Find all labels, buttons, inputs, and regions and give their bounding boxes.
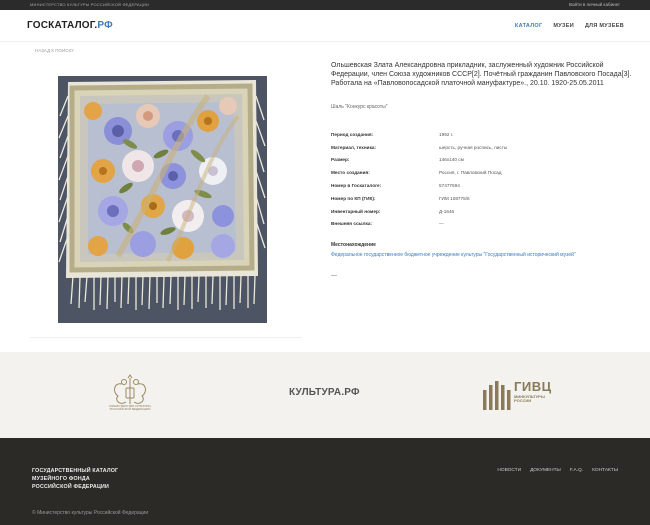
nav-catalog[interactable]: КАТАЛОГ — [515, 23, 542, 29]
footer-nav-faq[interactable]: F.A.Q. — [570, 468, 583, 473]
prop-value: Россия, г. Павловский Посад — [439, 170, 502, 176]
location-link[interactable]: Федеральное государственное бюджетное уч… — [331, 252, 576, 258]
prop-value: ГИМ 108775/6 — [439, 195, 470, 201]
site-footer: ГОСУДАРСТВЕННЫЙ КАТАЛОГ МУЗЕЙНОГО ФОНДА … — [0, 438, 650, 525]
prop-key: Место создания: — [331, 170, 370, 176]
item-photo[interactable] — [58, 76, 267, 323]
footer-nav-contacts[interactable]: КОНТАКТЫ — [592, 468, 618, 473]
logo-main: ГОСКАТАЛОГ. — [27, 20, 98, 31]
prop-key: Размер: — [331, 157, 350, 163]
prop-value: шерсть, ручная роспись, листы — [439, 144, 508, 150]
prop-row-material: Материал, техника: шерсть, ручная роспись… — [331, 141, 631, 154]
site-header: ГОСКАТАЛОГ.РФ КАТАЛОГ МУЗЕИ ДЛЯ МУЗЕЕВ — [0, 10, 650, 42]
copyright: © Министерство культуры Российской Федер… — [32, 510, 149, 516]
site-logo[interactable]: ГОСКАТАЛОГ.РФ — [27, 20, 113, 31]
prop-row-external-link: Внешняя ссылка: — — [331, 218, 631, 231]
login-link[interactable]: Войти в личный кабинет — [569, 2, 620, 7]
prop-row-period: Период создания: 1992 г. — [331, 128, 631, 141]
nav-for-museums[interactable]: ДЛЯ МУЗЕЕВ — [585, 23, 624, 29]
kultura-rf-logo[interactable]: КУЛЬТУРА.РФ — [289, 387, 360, 398]
nav-museums[interactable]: МУЗЕИ — [553, 23, 574, 29]
footer-nav-documents[interactable]: ДОКУМЕНТЫ — [530, 468, 561, 473]
prop-value: 146х140 см — [439, 157, 464, 163]
prop-row-inventory: Инвентарный номер: Д-1646 — [331, 205, 631, 218]
givc-subtitle: МИНКУЛЬТУРЫ РОССИИ — [514, 394, 545, 404]
prop-value: 1992 г. — [439, 131, 454, 137]
partners-band: МИНИСТЕРСТВО КУЛЬТУРЫ РОССИЙСКОЙ ФЕДЕРАЦ… — [0, 352, 650, 438]
main-nav: КАТАЛОГ МУЗЕИ ДЛЯ МУЗЕЕВ — [515, 23, 624, 29]
footer-nav-news[interactable]: НОВОСТИ — [497, 468, 521, 473]
item-subtitle: Шаль "Конкурс красоты" — [331, 104, 388, 110]
prop-key: Номер по КП (ГИК): — [331, 195, 376, 201]
prop-row-place: Место создания: Россия, г. Павловский Пос… — [331, 166, 631, 179]
prop-value: 57477694 — [439, 183, 460, 189]
givc-sub-line-2: РОССИИ — [514, 398, 532, 404]
prop-key: Инвентарный номер: — [331, 208, 381, 214]
logo-rf: РФ — [97, 20, 113, 31]
ministry-emblem-caption: МИНИСТЕРСТВО КУЛЬТУРЫ РОССИЙСКОЙ ФЕДЕРАЦ… — [109, 404, 151, 412]
item-title: Ольшевская Злата Александровна прикладни… — [331, 62, 632, 87]
footer-nav: НОВОСТИ ДОКУМЕНТЫ F.A.Q. КОНТАКТЫ — [497, 468, 618, 473]
prop-value: — — [439, 221, 444, 227]
item-properties: Период создания: 1992 г. Материал, техник… — [331, 128, 631, 230]
top-bar: МИНИСТЕРСТВО КУЛЬТУРЫ РОССИЙСКОЙ ФЕДЕРАЦ… — [0, 0, 650, 10]
footer-title: ГОСУДАРСТВЕННЫЙ КАТАЛОГ МУЗЕЙНОГО ФОНДА … — [32, 467, 118, 491]
ministry-label: МИНИСТЕРСТВО КУЛЬТУРЫ РОССИЙСКОЙ ФЕДЕРАЦ… — [30, 2, 150, 7]
back-to-search-link[interactable]: НАЗАД К ПОИСКУ — [35, 48, 74, 53]
prop-key: Период создания: — [331, 131, 374, 137]
prop-row-size: Размер: 146х140 см — [331, 154, 631, 167]
prop-value: Д-1646 — [439, 208, 455, 214]
prop-key: Номер в Госкаталоге: — [331, 183, 382, 189]
shawl-image — [58, 76, 267, 323]
prop-row-kp-number: Номер по КП (ГИК): ГИМ 108775/6 — [331, 192, 631, 205]
prop-key: Материал, техника: — [331, 144, 377, 150]
photo-divider — [30, 337, 302, 338]
prop-key: Внешняя ссылка: — [331, 221, 373, 227]
footer-title-line-3: РОССИЙСКОЙ ФЕДЕРАЦИИ — [32, 484, 110, 490]
footer-title-line-1: ГОСУДАРСТВЕННЫЙ КАТАЛОГ — [32, 468, 119, 474]
givc-name: ГИВЦ — [514, 379, 552, 394]
empty-dash: — — [331, 273, 337, 279]
footer-title-line-2: МУЗЕЙНОГО ФОНДА — [32, 476, 90, 482]
location-label: Местонахождение — [331, 242, 376, 248]
prop-row-catalog-number: Номер в Госкаталоге: 57477694 — [331, 179, 631, 192]
